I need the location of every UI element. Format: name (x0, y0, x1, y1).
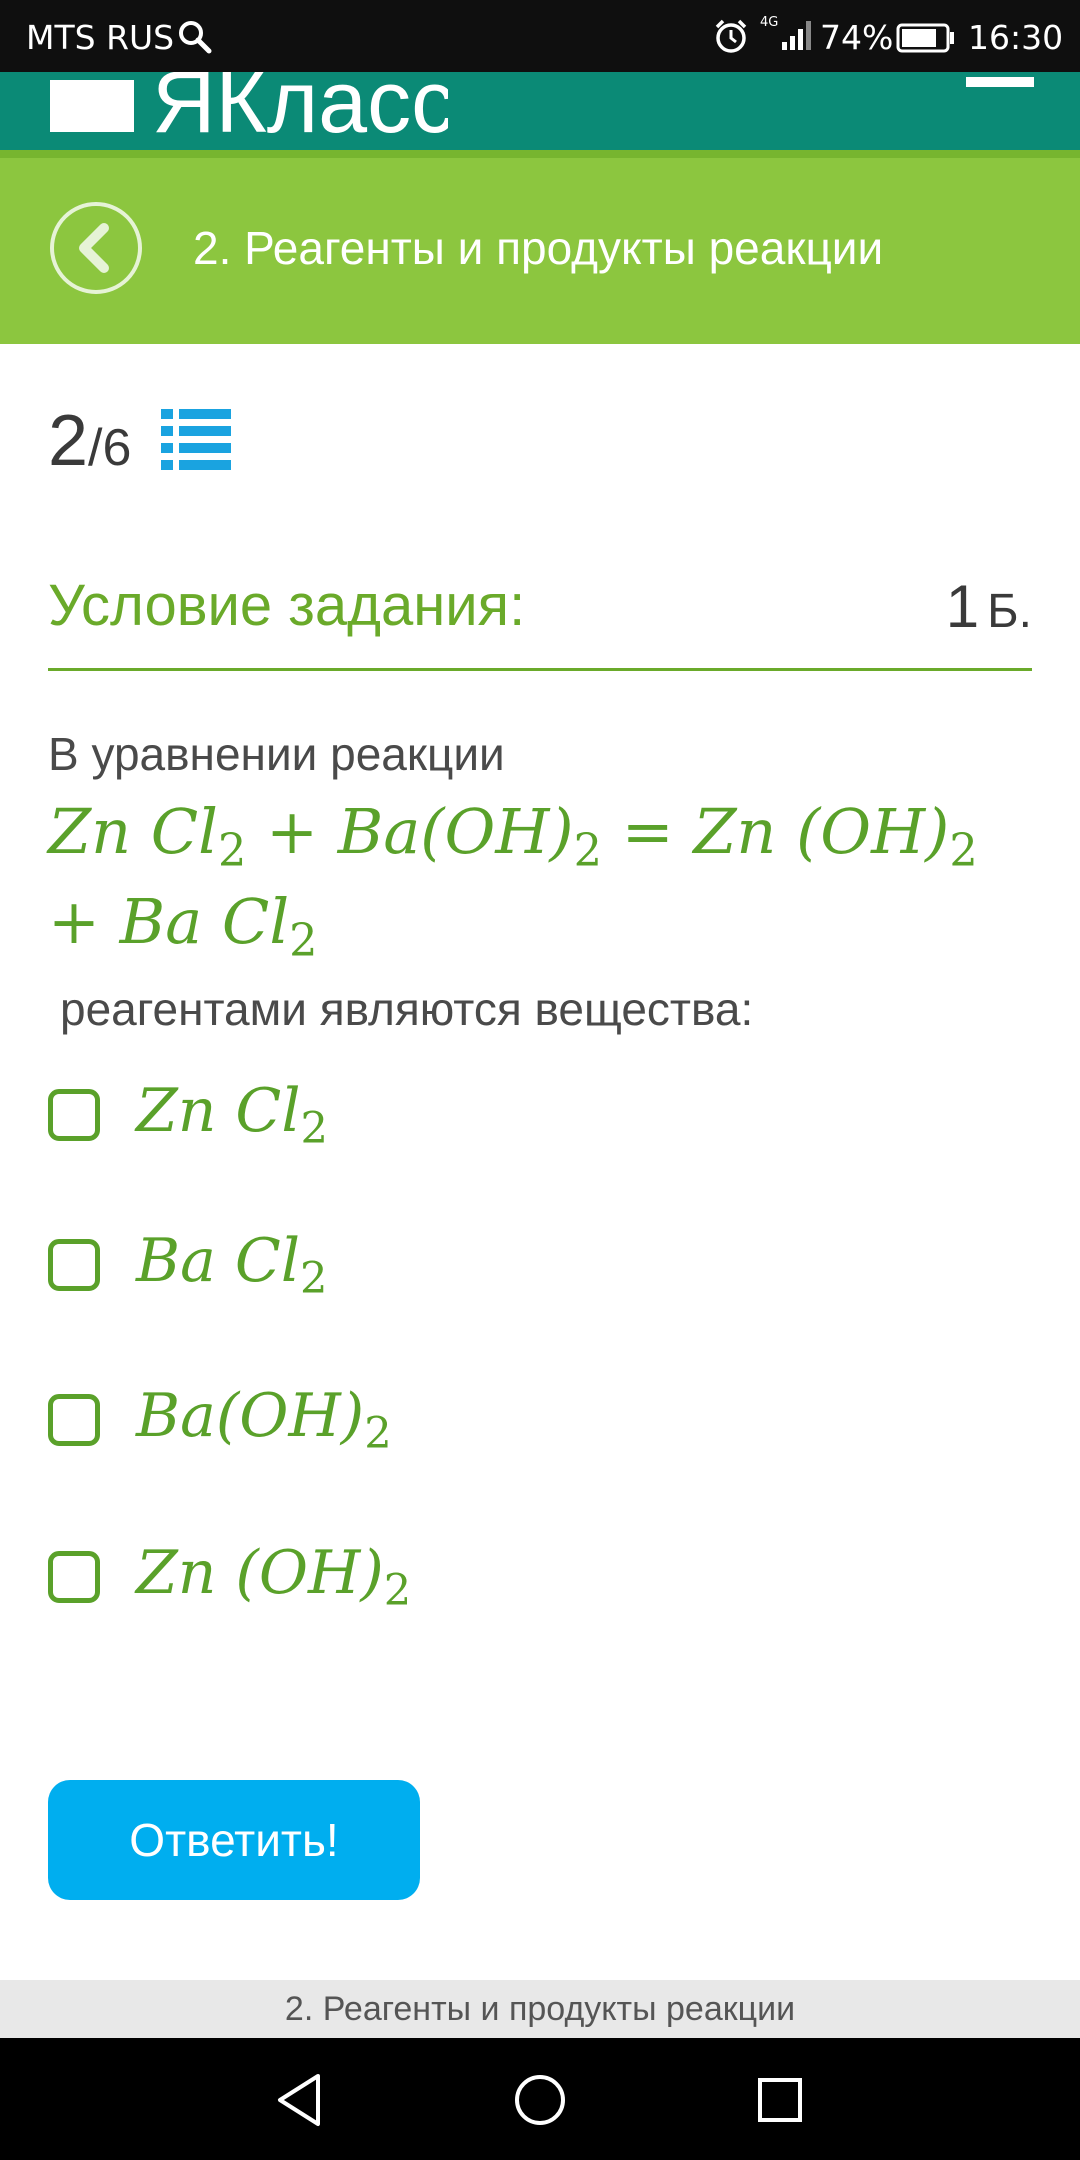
lesson-bar: 2. Реагенты и продукты реакции (0, 150, 1080, 344)
equation-line-1: Zn Cl2 + Ba(OH)2 = Zn (OH)2 (48, 795, 978, 876)
task-outro-text: реагентами являются вещества: (60, 983, 754, 1035)
network-type: 4G (760, 15, 779, 30)
app-header: ЯКласс (0, 72, 1080, 150)
task-heading-label: Условие задания: (48, 573, 526, 638)
chevron-left-circle-icon (50, 202, 142, 294)
formula-text: + Ba(OH) (246, 795, 574, 868)
formula-text: Ba(OH) (136, 1380, 365, 1451)
formula-subscript: 2 (383, 1566, 412, 1617)
list-icon[interactable] (161, 407, 232, 476)
formula-subscript: 2 (300, 1104, 328, 1155)
battery-percent: 74% (820, 18, 894, 57)
square-recent-icon[interactable] (748, 2068, 812, 2132)
task-progress: 2 / 6 (48, 400, 232, 482)
status-bar: MTS RUS 4G 74% 16:30 (0, 0, 1080, 72)
equation-line-2: + Ba Cl2 (48, 885, 318, 966)
formula-text: Zn Cl (136, 1075, 301, 1146)
battery-icon (896, 22, 956, 61)
progress-current: 2 (48, 401, 89, 481)
formula-subscript: 2 (573, 824, 602, 877)
option-formula: Ba(OH)2 (136, 1381, 392, 1459)
task-points: 1 Б. (946, 572, 1032, 641)
formula-text: = Zn (OH) (601, 795, 950, 868)
svg-text:ЯКласс: ЯКласс (152, 72, 448, 140)
formula-subscript: 2 (218, 824, 247, 877)
formula-subscript: 2 (300, 1254, 328, 1305)
app-logo[interactable]: ЯКласс (48, 72, 455, 150)
option-formula: Zn Cl2 (136, 1076, 328, 1154)
formula-text: + Ba Cl (48, 885, 290, 958)
option-znoh2[interactable]: Zn (OH)2 (48, 1522, 748, 1632)
checkbox[interactable] (48, 1394, 100, 1446)
checkbox[interactable] (48, 1239, 100, 1291)
clock: 16:30 (968, 18, 1064, 57)
points-unit: Б. (987, 585, 1032, 638)
option-formula: Zn (OH)2 (136, 1538, 411, 1616)
lesson-title: 2. Реагенты и продукты реакции (193, 222, 884, 274)
checkbox[interactable] (48, 1551, 100, 1603)
checkbox[interactable] (48, 1089, 100, 1141)
formula-text: Zn (OH) (136, 1537, 384, 1608)
alarm-icon (713, 18, 749, 62)
circle-home-icon[interactable] (508, 2068, 572, 2132)
formula-subscript: 2 (364, 1409, 392, 1460)
formula-subscript: 2 (949, 824, 978, 877)
task-heading: Условие задания: 1 Б. (48, 572, 1032, 671)
option-bacl2[interactable]: Ba Cl2 (48, 1210, 748, 1320)
progress-separator: / (88, 419, 103, 477)
carrier-name: MTS RUS (26, 18, 175, 57)
hamburger-menu-icon[interactable] (966, 72, 1034, 97)
submit-answer-button[interactable]: Ответить! (48, 1780, 420, 1900)
option-formula: Ba Cl2 (136, 1226, 328, 1304)
formula-text: Zn Cl (48, 795, 218, 868)
triangle-back-icon[interactable] (268, 2068, 332, 2132)
search-icon (178, 20, 212, 62)
system-nav-bar (0, 2038, 1080, 2160)
back-button[interactable] (48, 200, 144, 296)
formula-subscript: 2 (289, 914, 318, 967)
option-zncl2[interactable]: Zn Cl2 (48, 1060, 748, 1170)
points-value: 1 (945, 573, 980, 640)
signal-icon (780, 18, 814, 60)
footer-lesson-title: 2. Реагенты и продукты реакции (0, 1980, 1080, 2038)
option-baoh2[interactable]: Ba(OH)2 (48, 1365, 748, 1475)
formula-text: Ba Cl (136, 1225, 301, 1296)
progress-total: 6 (102, 419, 132, 477)
task-intro-text: В уравнении реакции (48, 728, 505, 780)
